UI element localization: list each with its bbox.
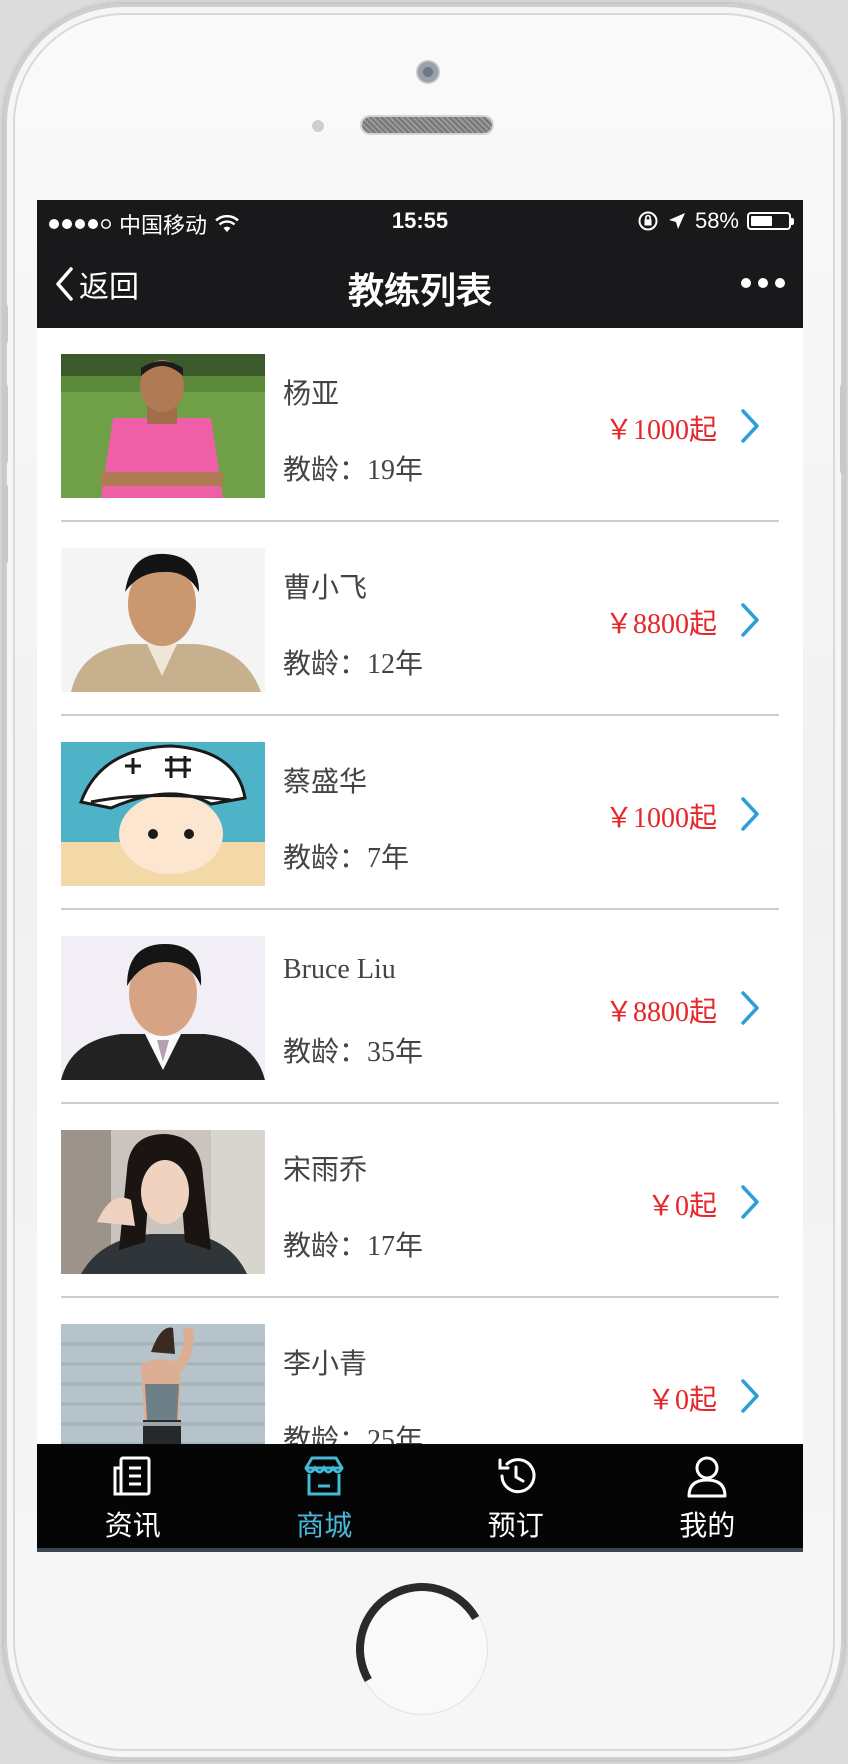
front-camera [416, 60, 440, 84]
coach-price: ￥8800起 [604, 609, 717, 640]
coach-photo [61, 1130, 265, 1274]
chevron-right-icon [741, 603, 759, 637]
battery-icon [747, 212, 794, 230]
coach-name: 曹小飞 [283, 573, 368, 604]
coach-teaching-years: 教龄：7年 [283, 843, 410, 874]
coach-row[interactable]: 蔡盛华 教龄：7年 ￥1000起 [37, 716, 803, 910]
chevron-right-icon [741, 797, 759, 831]
coach-name: 宋雨乔 [283, 1155, 368, 1186]
coach-price: ￥8800起 [604, 997, 717, 1028]
earpiece-speaker [362, 117, 492, 133]
coach-name: Bruce Liu [283, 954, 396, 985]
mute-switch [2, 304, 8, 344]
page-title: 教练列表 [347, 270, 492, 311]
tab-label: 我的 [679, 1510, 736, 1541]
chevron-right-icon [741, 409, 759, 443]
power-button [840, 384, 846, 474]
coach-price: ￥1000起 [604, 803, 717, 834]
coach-teaching-years: 教龄：12年 [283, 649, 424, 680]
battery-percent: 58% [694, 208, 739, 233]
coach-row[interactable]: 宋雨乔 教龄：17年 ￥0起 [37, 1104, 803, 1298]
coach-price: ￥1000起 [604, 415, 717, 446]
more-options-icon[interactable] [741, 278, 785, 288]
bottom-tab-bar: 资讯 商城 预订 我的 [37, 1444, 803, 1552]
chevron-right-icon [741, 1379, 759, 1413]
user-icon [687, 1456, 727, 1498]
history-icon [498, 1458, 536, 1494]
coach-name: 李小青 [283, 1349, 368, 1380]
tab-booking[interactable]: 预订 [420, 1444, 612, 1548]
coach-row[interactable]: 曹小飞 教龄：12年 ￥8800起 [37, 522, 803, 716]
store-icon [304, 1456, 344, 1496]
coach-name: 杨亚 [283, 379, 340, 410]
proximity-sensor [312, 120, 324, 132]
chevron-right-icon [741, 1185, 759, 1219]
coach-photo [61, 936, 265, 1080]
tab-store[interactable]: 商城 [229, 1444, 421, 1548]
location-icon [668, 213, 685, 229]
news-icon [113, 1456, 151, 1496]
coach-row[interactable]: Bruce Liu 教龄：35年 ￥8800起 [37, 910, 803, 1104]
coach-teaching-years: 教龄：35年 [283, 1037, 424, 1068]
coach-teaching-years: 教龄：17年 [283, 1231, 424, 1262]
coach-price: ￥0起 [646, 1191, 717, 1222]
navigation-bar: 返回 教练列表 [37, 242, 803, 328]
coach-list: 杨亚 教龄：19年 ￥1000起 曹小飞 教龄：12年 ￥8800起 蔡盛华 教… [37, 328, 803, 1492]
coach-price: ￥0起 [646, 1385, 717, 1416]
home-button-ring [341, 1568, 503, 1730]
coach-row[interactable]: 杨亚 教龄：19年 ￥1000起 [37, 328, 803, 522]
volume-down-button [2, 484, 8, 564]
coach-teaching-years: 教龄：19年 [283, 455, 424, 486]
chevron-right-icon [741, 991, 759, 1025]
coach-photo [61, 548, 265, 692]
screen: 中国移动 15:55 58% 返回 教练列表 杨亚 教龄：19年 ￥1000起 … [37, 200, 803, 1552]
coach-photo [61, 742, 265, 886]
tab-label: 资讯 [104, 1510, 161, 1541]
tab-label: 预订 [487, 1510, 544, 1541]
tab-news[interactable]: 资讯 [37, 1444, 229, 1548]
volume-up-button [2, 384, 8, 464]
coach-name: 蔡盛华 [283, 767, 368, 798]
coach-photo [61, 354, 265, 498]
status-bar: 中国移动 15:55 58% [37, 200, 803, 242]
tab-label: 商城 [296, 1510, 353, 1541]
tab-me[interactable]: 我的 [612, 1444, 804, 1548]
rotation-lock-icon [638, 211, 658, 231]
